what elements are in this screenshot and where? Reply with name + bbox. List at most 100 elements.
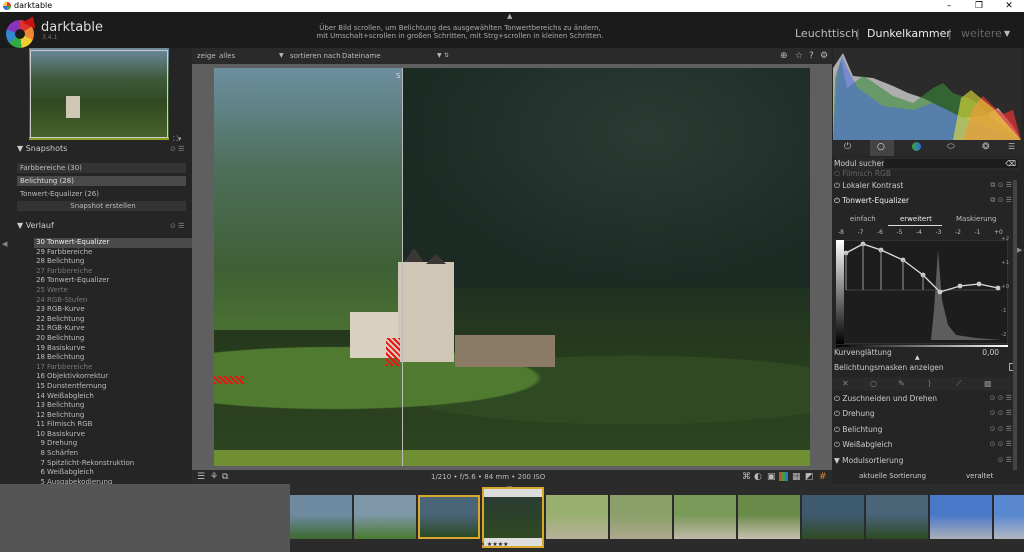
filmstrip-thumbnail[interactable] [418, 495, 480, 539]
chevron-down-icon[interactable]: ▼ [1004, 29, 1010, 38]
zoom-fit-icon[interactable]: ⛶▾ [173, 135, 181, 144]
help-icon[interactable]: ? [809, 48, 814, 64]
presets-icon[interactable]: ⧉ [222, 470, 228, 484]
view-lighttable[interactable]: Leuchttisch [795, 27, 858, 40]
history-item[interactable]: 30Tonwert-Equalizer⊙ [34, 238, 204, 248]
gear-icon[interactable]: ⚙ [820, 48, 828, 64]
history-item[interactable]: 14Weißabgleich⊙ [34, 392, 204, 402]
blend-parametric-icon[interactable]: ⟩ [928, 377, 931, 391]
module-white-balance[interactable]: ⏻ Weißabgleich ⊙ ⊙ ☰ [834, 438, 1014, 451]
minimize-button[interactable]: – [934, 0, 964, 12]
blend-off-icon[interactable]: ✕ [842, 377, 849, 391]
filmstrip-thumbnail[interactable] [610, 495, 672, 539]
sort-select[interactable]: Dateiname [342, 48, 381, 64]
history-item[interactable]: 11Filmisch RGB⊙ [34, 420, 204, 430]
snapshot-item[interactable]: Farbbereiche (30) [17, 163, 186, 173]
menu-icon[interactable]: ☰ [197, 470, 205, 484]
dropdown-icon[interactable]: ▼ [279, 48, 284, 64]
history-item[interactable]: 22Belichtung⊙ [34, 315, 204, 325]
collapse-top-icon[interactable]: ▲ [507, 12, 512, 20]
section-reset-icon[interactable]: ⊙ ☰ [170, 145, 184, 153]
filmstrip-thumbnail[interactable] [674, 495, 736, 539]
maximize-button[interactable]: ❐ [964, 0, 994, 12]
history-item[interactable]: 21RGB-Kurve⊙ [34, 324, 204, 334]
snapshot-split-line[interactable] [402, 68, 403, 466]
snapshots-header[interactable]: ▼ Snapshots [17, 144, 67, 153]
gamut-check-icon[interactable] [779, 472, 788, 481]
raw-overexposed-icon[interactable]: ▦ [792, 470, 801, 484]
collapse-right-icon[interactable]: ▶ [1017, 246, 1022, 254]
blend-drawn-param-icon[interactable]: ⟋ [956, 377, 962, 391]
module-crop-rotate[interactable]: ⏻ Zuschneiden und Drehen ⊙ ⊙ ☰ [834, 392, 1014, 405]
active-modules-icon[interactable]: ○ [877, 142, 885, 152]
history-item[interactable]: 24RGB-Stufen○ [34, 296, 204, 306]
module-rotation[interactable]: ⏻ Drehung ⊙ ⊙ ☰ [834, 407, 1014, 420]
module-local-contrast[interactable]: ⏻ Lokaler Kontrast ⧉ ⊙ ☰ [834, 179, 1014, 192]
softproof-icon[interactable]: ▣ [767, 470, 776, 484]
filmstrip-thumbnail[interactable] [546, 495, 608, 539]
power-icon[interactable]: ⏻ [844, 142, 851, 152]
filmstrip-thumbnail[interactable] [930, 495, 992, 539]
module-tone-equalizer[interactable]: ⏻ Tonwert-Equalizer ⧉ ⊙ ☰ [834, 194, 1014, 207]
view-darkroom[interactable]: Dunkelkammer [867, 27, 951, 40]
module-actions-icon[interactable]: ⊙ ⊙ ☰ [990, 423, 1012, 436]
history-item[interactable]: 7Spitzlicht-Rekonstruktion⊙ [34, 459, 204, 469]
rating-stars[interactable]: ✕ ★★★★ [480, 541, 508, 548]
module-actions-icon[interactable]: ⧉ ⊙ ☰ [990, 179, 1012, 192]
module-actions-icon[interactable]: ⊙ ⊙ ☰ [990, 392, 1012, 405]
filmstrip-thumbnail[interactable] [866, 495, 928, 539]
close-button[interactable]: ✕ [994, 0, 1024, 12]
history-item[interactable]: 20Belichtung⊙ [34, 334, 204, 344]
right-panel-scrollbar[interactable] [1013, 180, 1017, 470]
show-exposure-masks[interactable]: Belichtungsmasken anzeigen [834, 361, 1017, 374]
curve-smoothing-slider[interactable]: Kurvenglättung 0,00 [834, 346, 999, 359]
presets-menu-icon[interactable]: ☰ [1008, 142, 1015, 151]
module-actions-icon[interactable]: ⊙ ⊙ ☰ [990, 438, 1012, 451]
color-assessment-icon[interactable]: ◐ [754, 470, 762, 484]
blend-drawn-icon[interactable]: ✎ [898, 377, 905, 391]
correct-modules-icon[interactable]: ⬭ [947, 142, 955, 152]
effect-modules-icon[interactable]: ❂ [982, 142, 990, 152]
module-actions-icon[interactable]: ⊙ ⊙ ☰ [990, 407, 1012, 420]
history-item[interactable]: 23RGB-Kurve⊙ [34, 305, 204, 315]
tab-advanced[interactable]: erweitert [900, 215, 932, 223]
history-item[interactable]: 12Belichtung⊙ [34, 411, 204, 421]
view-other[interactable]: weitere [961, 27, 1002, 40]
history-item[interactable]: 6Weißabgleich⊙ [34, 468, 204, 478]
history-item[interactable]: 17Farbbereiche○ [34, 363, 204, 373]
history-item[interactable]: 10Basiskurve⊙ [34, 430, 204, 440]
filmstrip-thumbnail[interactable] [290, 495, 352, 539]
focus-peaking-icon[interactable]: ⌘ [742, 470, 751, 484]
filmstrip-thumbnail[interactable] [482, 487, 544, 548]
history-item[interactable]: 16Objektivkorrektur⊙ [34, 372, 204, 382]
styles-icon[interactable]: ⚘ [210, 470, 218, 484]
tab-simple[interactable]: einfach [850, 215, 876, 223]
show-select[interactable]: alles [219, 48, 235, 64]
create-snapshot-button[interactable]: Snapshot erstellen [17, 201, 186, 211]
history-item[interactable]: 27Farbbereiche○ [34, 267, 204, 277]
history-item[interactable]: 25Werte○ [34, 286, 204, 296]
filmstrip-thumbnail[interactable] [354, 495, 416, 539]
history-item[interactable]: 13Belichtung⊙ [34, 401, 204, 411]
history-item[interactable]: 19Basiskurve⊙ [34, 344, 204, 354]
tone-curve[interactable] [836, 240, 1008, 344]
history-item[interactable]: 29Farbbereiche⊙ [34, 248, 204, 258]
globe-icon[interactable]: ⊕ [780, 48, 788, 64]
history-header[interactable]: ▼ Verlauf [17, 221, 54, 230]
histogram[interactable] [833, 48, 1021, 140]
history-item[interactable]: 18Belichtung⊙ [34, 353, 204, 363]
color-modules-icon[interactable] [912, 142, 921, 151]
module-order-header[interactable]: ▼ Modulsortierung ⊙ ☰ [834, 454, 1014, 467]
dropdown-icon[interactable]: ▼ [437, 48, 442, 64]
module-exposure[interactable]: ⏻ Belichtung ⊙ ⊙ ☰ [834, 423, 1014, 436]
filmstrip-thumbnail[interactable] [738, 495, 800, 539]
sort-direction-icon[interactable]: ⇅ [444, 48, 449, 64]
history-item[interactable]: 15Dunstentfernung⊙ [34, 382, 204, 392]
star-icon[interactable]: ☆ [795, 48, 803, 64]
snapshot-item-selected[interactable]: Belichtung (28) [17, 176, 186, 186]
module-actions-icon[interactable]: ⧉ ⊙ ☰ [990, 194, 1012, 207]
filmstrip-thumbnail[interactable] [802, 495, 864, 539]
history-item[interactable]: 9Drehung⊙ [34, 439, 204, 449]
guides-icon[interactable]: # [819, 470, 827, 484]
tab-masking[interactable]: Maskierung [956, 215, 996, 223]
